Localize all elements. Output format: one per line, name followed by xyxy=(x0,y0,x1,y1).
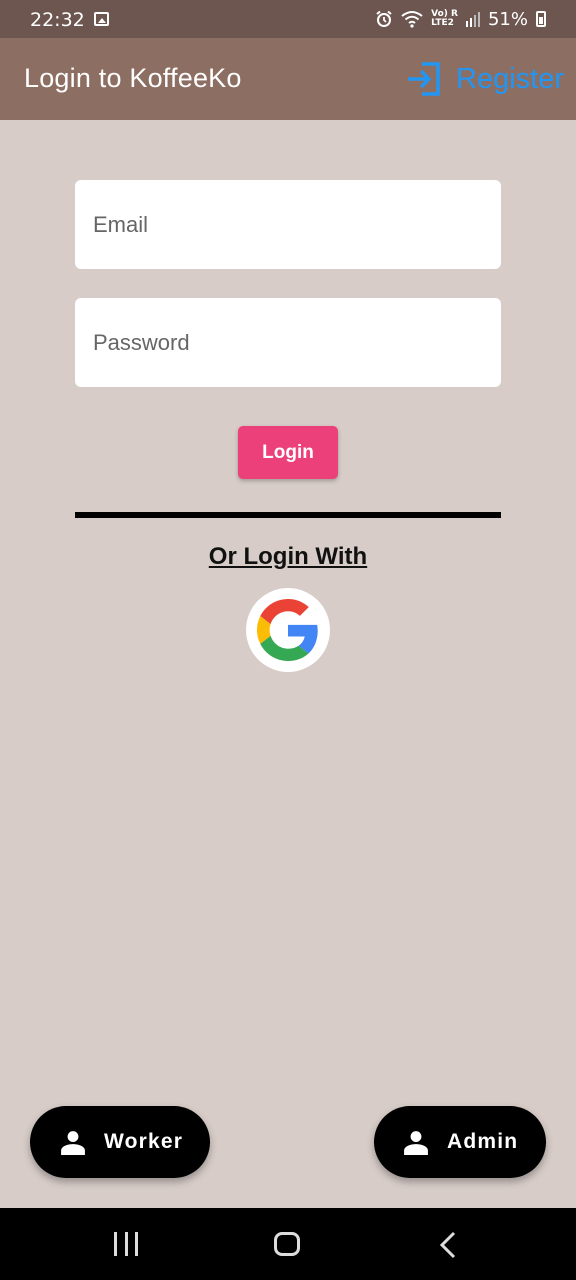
home-icon[interactable] xyxy=(274,1232,300,1256)
signal-icon xyxy=(465,12,480,27)
status-time: 22:32 xyxy=(30,9,85,31)
worker-button[interactable]: Worker xyxy=(30,1106,210,1178)
gallery-notification-icon xyxy=(94,12,109,26)
google-login-button[interactable] xyxy=(246,588,330,672)
recents-icon[interactable] xyxy=(114,1232,138,1256)
admin-button[interactable]: Admin xyxy=(374,1106,546,1178)
or-login-with-label: Or Login With xyxy=(208,543,368,570)
wifi-icon xyxy=(401,11,423,28)
register-button[interactable]: Register xyxy=(406,58,564,100)
email-field-container xyxy=(75,180,501,269)
login-icon xyxy=(408,62,440,96)
system-nav-bar xyxy=(0,1208,576,1280)
divider xyxy=(75,512,501,518)
worker-label: Worker xyxy=(104,1130,184,1153)
alarm-icon xyxy=(376,10,392,27)
battery-percent: 51% xyxy=(487,8,528,30)
app-bar: Login to KoffeeKo Register xyxy=(0,38,576,120)
google-icon xyxy=(257,599,318,661)
status-bar: 22:32 Vo) R LTE2 51% xyxy=(0,0,576,38)
password-field[interactable] xyxy=(93,329,501,356)
email-field[interactable] xyxy=(93,211,501,238)
status-indicators: Vo) R LTE2 51% xyxy=(375,8,546,30)
admin-label: Admin xyxy=(447,1130,519,1153)
password-field-container xyxy=(75,298,501,387)
back-icon[interactable] xyxy=(436,1231,460,1259)
login-button[interactable]: Login xyxy=(238,426,338,479)
register-label: Register xyxy=(456,62,564,95)
page-title: Login to KoffeeKo xyxy=(24,63,242,93)
network-type-icon: Vo) R LTE2 xyxy=(431,9,458,28)
battery-icon xyxy=(536,11,546,27)
person-icon xyxy=(404,1131,428,1155)
person-icon xyxy=(61,1131,85,1155)
